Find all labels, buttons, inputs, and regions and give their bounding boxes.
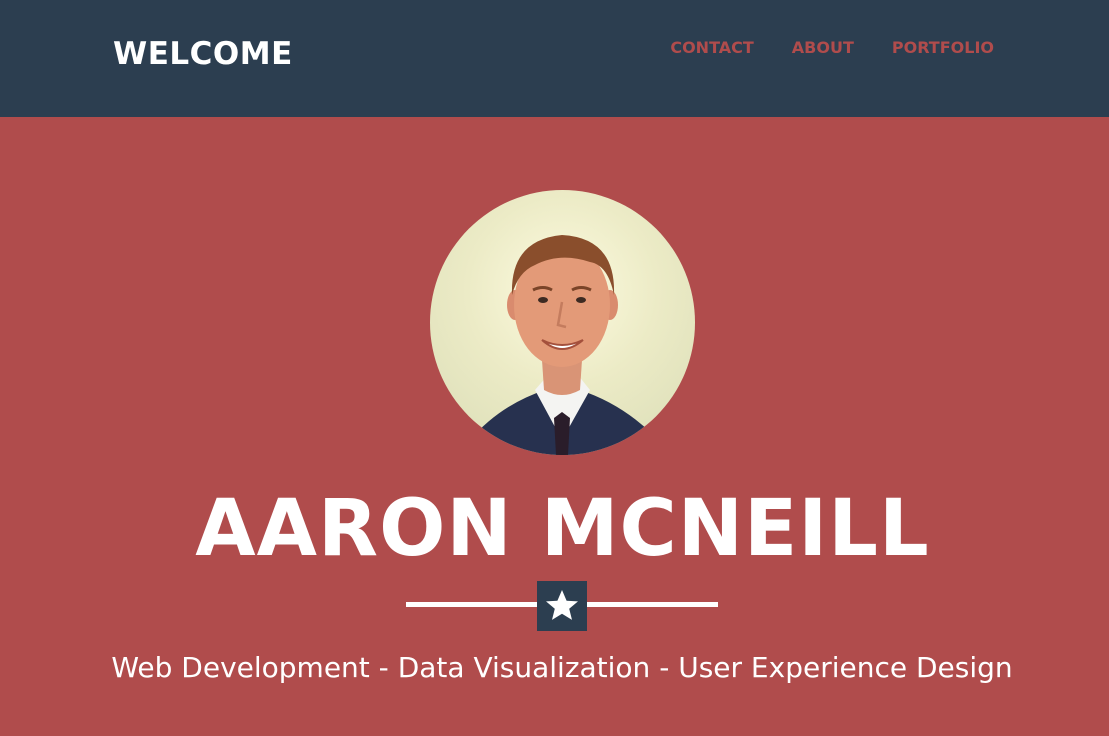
navbar: WELCOME CONTACT ABOUT PORTFOLIO bbox=[0, 0, 1109, 117]
divider-line-right bbox=[587, 602, 718, 607]
profile-photo bbox=[470, 235, 658, 455]
nav-link-about[interactable]: ABOUT bbox=[792, 38, 854, 57]
skills-tagline: Web Development - Data Visualization - U… bbox=[111, 651, 1013, 684]
hero-name: AARON MCNEILL bbox=[195, 484, 930, 574]
nav-item-about: ABOUT bbox=[792, 37, 854, 59]
nav-link-portfolio[interactable]: PORTFOLIO bbox=[892, 38, 994, 57]
nav-links: CONTACT ABOUT PORTFOLIO bbox=[670, 37, 994, 59]
hero-section: AARON MCNEILL Web Development - Data Vis… bbox=[0, 117, 1109, 736]
nav-item-portfolio: PORTFOLIO bbox=[892, 37, 994, 59]
star-icon bbox=[546, 590, 578, 620]
profile-avatar bbox=[430, 190, 695, 455]
brand-link[interactable]: WELCOME bbox=[113, 33, 293, 75]
divider-line-left bbox=[406, 602, 537, 607]
star-divider bbox=[537, 581, 587, 631]
nav-link-contact[interactable]: CONTACT bbox=[670, 38, 753, 57]
nav-item-contact: CONTACT bbox=[670, 37, 753, 59]
